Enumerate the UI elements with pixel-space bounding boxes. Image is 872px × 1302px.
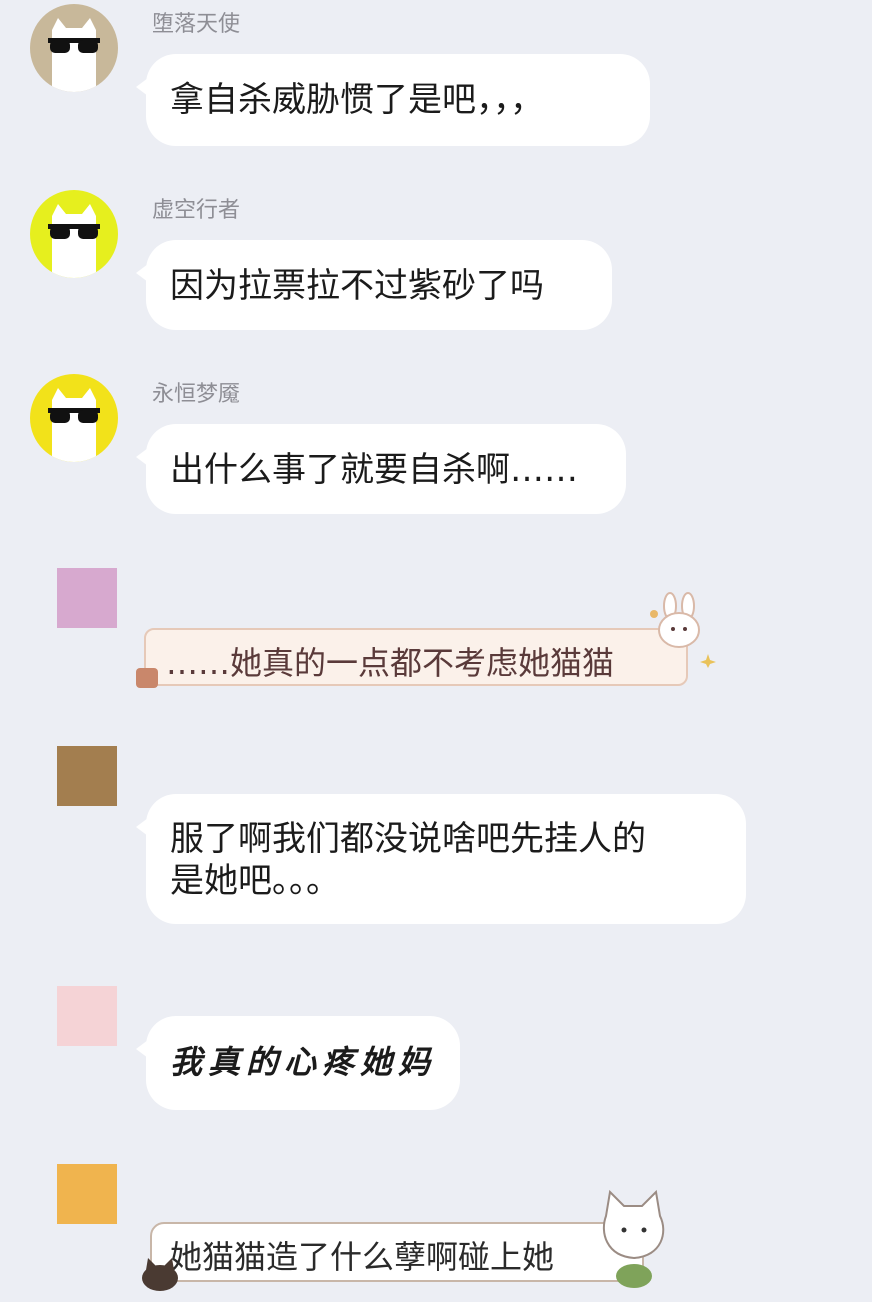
biscuit-sticker-icon	[136, 668, 158, 688]
chat-thread: 堕落天使 拿自杀威胁惯了是吧，，， 虚空行者 因为拉票拉不过紫砂了吗 永恒梦魇 …	[0, 0, 872, 1302]
message-text-line: 服了啊我们都没说啥吧先挂人的	[170, 819, 646, 859]
message-text: ……她真的一点都不考虑她猫猫	[166, 644, 615, 682]
message-text: 拿自杀威胁惯了是吧，，，	[170, 80, 544, 120]
cat-sunglasses-icon	[48, 204, 100, 278]
avatar[interactable]	[57, 986, 117, 1046]
message-bubble[interactable]: 她猫猫造了什么孽啊碰上她	[150, 1222, 644, 1282]
avatar[interactable]	[30, 190, 118, 278]
message-text-line: 是她吧。。。	[170, 861, 340, 901]
message-bubble[interactable]: 服了啊我们都没说啥吧先挂人的 是她吧。。。	[136, 794, 746, 924]
message-text: 她猫猫造了什么孽啊碰上她	[170, 1238, 555, 1276]
message-text: 我真的心疼她妈	[170, 1043, 437, 1081]
avatar[interactable]	[57, 1164, 117, 1224]
message-bubble[interactable]: 因为拉票拉不过紫砂了吗	[136, 240, 612, 330]
avatar[interactable]	[30, 374, 118, 462]
message-bubble[interactable]: 拿自杀威胁惯了是吧，，，	[136, 54, 650, 146]
sender-name: 堕落天使	[152, 12, 241, 37]
cat-sunglasses-icon	[48, 388, 100, 462]
cat-sticker-icon	[602, 1189, 665, 1288]
sender-name: 永恒梦魇	[152, 382, 241, 407]
message-bubble[interactable]: 出什么事了就要自杀啊……	[136, 424, 626, 514]
message-text: 因为拉票拉不过紫砂了吗	[170, 266, 544, 306]
sender-name: 虚空行者	[152, 198, 241, 223]
message-text: 出什么事了就要自杀啊……	[170, 450, 578, 490]
avatar[interactable]	[30, 4, 118, 92]
avatar[interactable]	[57, 746, 117, 806]
cat-sunglasses-icon	[48, 18, 100, 92]
avatar[interactable]	[57, 568, 117, 628]
message-bubble[interactable]: 我真的心疼她妈	[136, 1016, 460, 1110]
bunny-sticker-icon	[650, 592, 716, 668]
message-bubble[interactable]: ……她真的一点都不考虑她猫猫	[136, 628, 688, 688]
small-cat-sticker-icon	[142, 1258, 178, 1291]
